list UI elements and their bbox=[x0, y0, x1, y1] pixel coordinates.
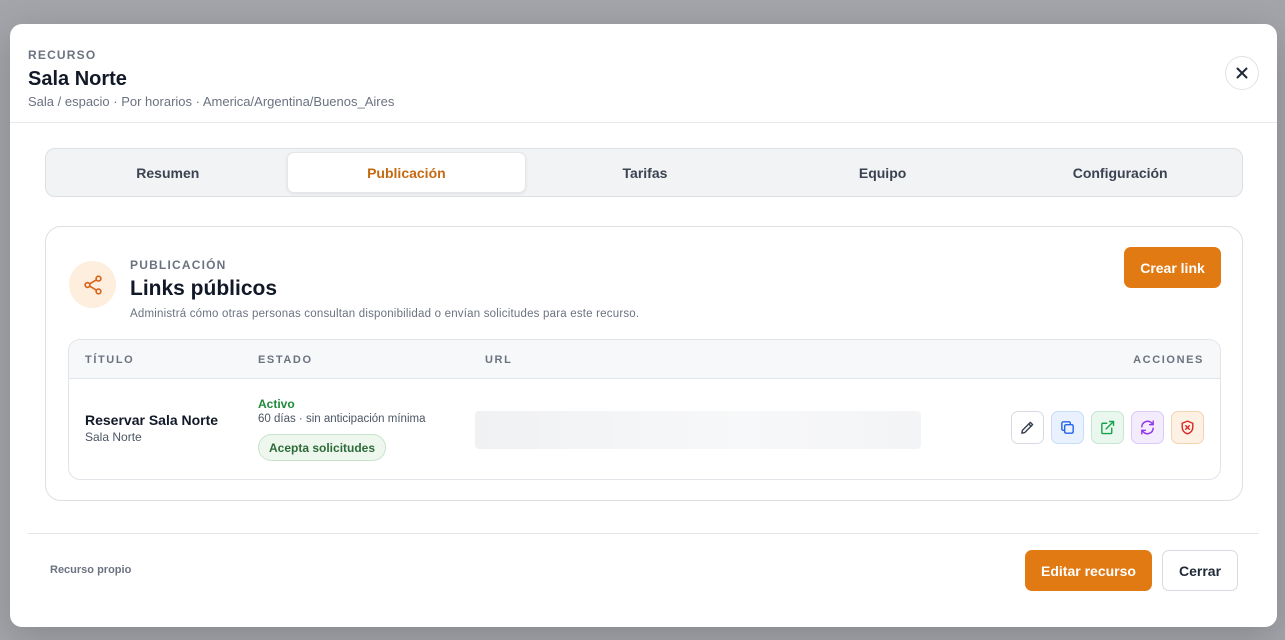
column-header-status: ESTADO bbox=[258, 354, 313, 366]
row-actions bbox=[1011, 411, 1204, 444]
open-link-button[interactable] bbox=[1091, 411, 1124, 444]
column-header-url: URL bbox=[485, 354, 513, 366]
footer-divider bbox=[28, 533, 1259, 534]
resource-title: Sala Norte bbox=[28, 68, 127, 90]
table-header: TÍTULO ESTADO URL ACCIONES bbox=[69, 340, 1220, 379]
status-badge: Acepta solicitudes bbox=[258, 434, 387, 461]
share-icon bbox=[83, 274, 102, 295]
resource-eyebrow: RECURSO bbox=[28, 48, 97, 62]
create-link-button[interactable]: Crear link bbox=[1124, 247, 1221, 288]
card-title: Links públicos bbox=[130, 277, 278, 300]
copy-icon bbox=[1061, 421, 1074, 434]
ownership-note: Recurso propio bbox=[50, 564, 132, 576]
close-button[interactable] bbox=[1225, 56, 1259, 90]
link-title: Reservar Sala Norte bbox=[85, 412, 219, 428]
tab-publicacion[interactable]: Publicación bbox=[286, 152, 527, 193]
edit-resource-button[interactable]: Editar recurso bbox=[1025, 550, 1152, 591]
close-footer-button[interactable]: Cerrar bbox=[1162, 550, 1238, 591]
edit-icon bbox=[1021, 421, 1034, 434]
tab-resumen[interactable]: Resumen bbox=[49, 152, 287, 193]
tab-bar: Resumen Publicación Tarifas Equipo Confi… bbox=[45, 148, 1243, 197]
copy-link-button[interactable] bbox=[1051, 411, 1084, 444]
table-row: Reservar Sala Norte Sala Norte Activo 60… bbox=[69, 379, 1220, 479]
url-field[interactable] bbox=[475, 411, 921, 449]
tab-tarifas[interactable]: Tarifas bbox=[526, 152, 764, 193]
card-eyebrow: PUBLICACIÓN bbox=[130, 258, 227, 272]
card-description: Administrá cómo otras personas consultan… bbox=[130, 308, 640, 320]
column-header-actions: ACCIONES bbox=[1133, 354, 1204, 366]
public-links-card: PUBLICACIÓN Links públicos Administrá có… bbox=[45, 226, 1243, 501]
status-text: Activo bbox=[258, 397, 295, 411]
link-subtitle: Sala Norte bbox=[85, 430, 142, 444]
refresh-icon bbox=[1141, 420, 1154, 435]
external-link-icon bbox=[1101, 420, 1115, 435]
links-table: TÍTULO ESTADO URL ACCIONES Reservar Sala… bbox=[68, 339, 1221, 480]
modal-header: RECURSO Sala Norte Sala / espacio · Por … bbox=[10, 24, 1277, 123]
close-icon bbox=[1236, 67, 1248, 79]
share-icon-wrapper bbox=[69, 261, 116, 308]
column-header-title: TÍTULO bbox=[85, 354, 135, 366]
tab-configuracion[interactable]: Configuración bbox=[1001, 152, 1239, 193]
revoke-link-button[interactable] bbox=[1171, 411, 1204, 444]
shield-x-icon bbox=[1181, 420, 1194, 435]
tab-equipo[interactable]: Equipo bbox=[764, 152, 1002, 193]
edit-link-button[interactable] bbox=[1011, 411, 1044, 444]
regenerate-link-button[interactable] bbox=[1131, 411, 1164, 444]
status-detail: 60 días · sin anticipación mínima bbox=[258, 413, 426, 425]
resource-subtitle: Sala / espacio · Por horarios · America/… bbox=[28, 94, 395, 109]
resource-modal: RECURSO Sala Norte Sala / espacio · Por … bbox=[10, 24, 1277, 627]
